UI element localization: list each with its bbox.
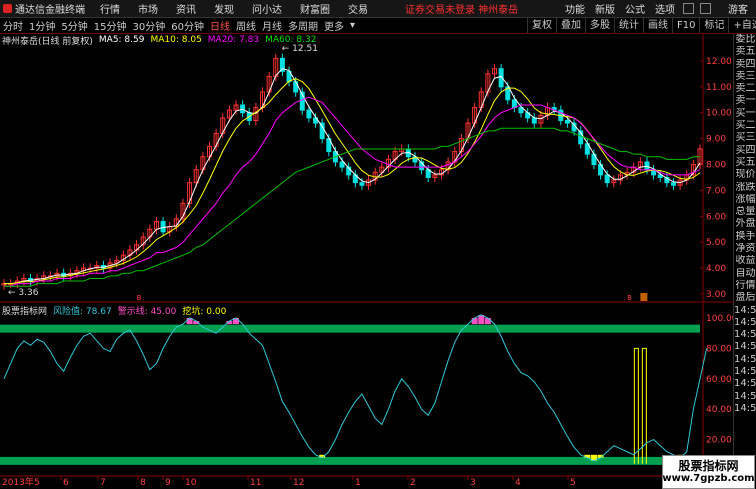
watermark-title: 股票指标网 [678,459,739,473]
side-panel-item[interactable]: 净资 [734,243,756,255]
side-panel-item[interactable]: 收益 [734,255,756,267]
date-label: 2013年 [2,476,34,487]
side-panel-item[interactable]: 卖一 [734,95,756,107]
price-tick-label: 10.00 [706,109,732,119]
candle-body [564,120,570,124]
side-panel-item[interactable]: 14:50 [734,378,756,390]
quote-side-panel: 委比 卖五 卖四 卖三 卖二 卖一 买一 买二 买三 买四 买五 现价 涨跌 涨幅 总量 外盘 换手 净资 收益 自动… [733,34,756,487]
side-panel-item[interactable]: 14:50 [734,366,756,378]
ma5-line [4,68,701,285]
date-label: 5 [34,478,40,487]
side-panel-item[interactable]: 卖三 [734,71,756,83]
price-tick-label: 8.00 [706,161,726,171]
date-label: 12 [293,478,304,487]
side-panel-item[interactable]: 14:50 [734,354,756,366]
side-panel-item[interactable]: 14:50 [734,403,756,415]
side-panel-item[interactable]: 现价 [734,169,756,181]
side-panel-item[interactable]: 14:50 [734,341,756,353]
price-tick-label: 7.00 [706,186,726,196]
candle-body [531,117,537,124]
side-panel-item[interactable]: 14:50 [734,391,756,403]
candle-body [319,122,325,140]
side-panel-item[interactable]: 买五 [734,157,756,169]
high-price-label: ← 12.51 [282,44,318,54]
overbought-fill [471,318,478,325]
date-label: 3 [470,478,476,487]
indicator-tick-label: 20.00 [706,436,732,446]
date-label: 6 [63,478,69,487]
date-label: 11 [250,478,261,487]
signal-marker: B [627,294,632,302]
price-tick-label: 11.00 [706,83,732,93]
side-panel-item[interactable]: 买三 [734,132,756,144]
ma10-line [4,78,701,285]
date-label: 9 [165,478,171,487]
date-label: 8 [140,478,146,487]
watermark-url: www.7gpzb.com [662,473,755,484]
side-panel-item[interactable]: 涨跌 [734,182,756,194]
candle-body [511,99,517,109]
price-tick-label: 12.00 [706,57,732,67]
price-tick-label: 5.00 [706,238,726,248]
side-panel-item[interactable]: 卖五 [734,46,756,58]
date-label: 4 [515,478,521,487]
candle-body [670,182,676,186]
date-label: 7 [100,478,106,487]
side-panel-item[interactable]: 买四 [734,145,756,157]
candle-body [359,182,365,186]
signal-marker: B [137,294,142,302]
side-panel-item[interactable]: 14:50 [734,329,756,341]
price-tick-label: 6.00 [706,212,726,222]
side-panel-item[interactable]: 卖四 [734,59,756,71]
date-label: 1 [355,478,361,487]
candle-body [160,220,166,233]
side-panel-item[interactable]: 14:50 [734,317,756,329]
overbought-fill [484,318,491,325]
side-panel-item[interactable]: 自动 [734,268,756,280]
low-price-label: ← 3.36 [8,288,39,298]
side-panel-item[interactable]: 买一 [734,108,756,120]
price-tick-label: 9.00 [706,135,726,145]
side-panel-item[interactable]: 外盘 [734,218,756,230]
watermark: 股票指标网 www.7gpzb.com [662,455,755,489]
candle-body [293,81,299,93]
side-panel-item[interactable]: 14:50 [734,305,756,317]
indicator-tick-label: 60.00 [706,375,732,385]
side-panel-item[interactable]: 卖二 [734,83,756,95]
price-tick-label: 3.00 [706,290,726,300]
candle-body [306,109,312,119]
kline-chart[interactable]: 12.00 11.00 10.00 9.00 8.00 7.00 6.00 5.00 4.00 3… [0,0,733,487]
date-label: 5 [570,478,576,487]
side-panel-item[interactable]: 买二 [734,120,756,132]
ma20-line [4,96,701,287]
risk-line [3,314,708,462]
indicator-tick-label: 100.00 [706,314,733,324]
top-band [0,324,700,333]
date-label: 2 [410,478,416,487]
candle-body [339,161,345,168]
side-panel-item[interactable]: 行情 [734,280,756,292]
indicator-tick-label: 80.00 [706,344,732,354]
side-panel-item[interactable]: 总量 [734,206,756,218]
candle-body [604,174,610,184]
indicator-tick-label: 40.00 [706,405,732,415]
side-panel-item[interactable]: 盘后 [734,292,756,304]
side-panel-item[interactable]: 换手 [734,231,756,243]
bottom-signal-spike [633,347,639,464]
event-marker [640,293,648,301]
price-tick-label: 4.00 [706,264,726,274]
side-panel-item[interactable]: 涨幅 [734,194,756,206]
side-panel-item[interactable]: 委比 [734,34,756,46]
date-label: 10 [185,478,197,487]
